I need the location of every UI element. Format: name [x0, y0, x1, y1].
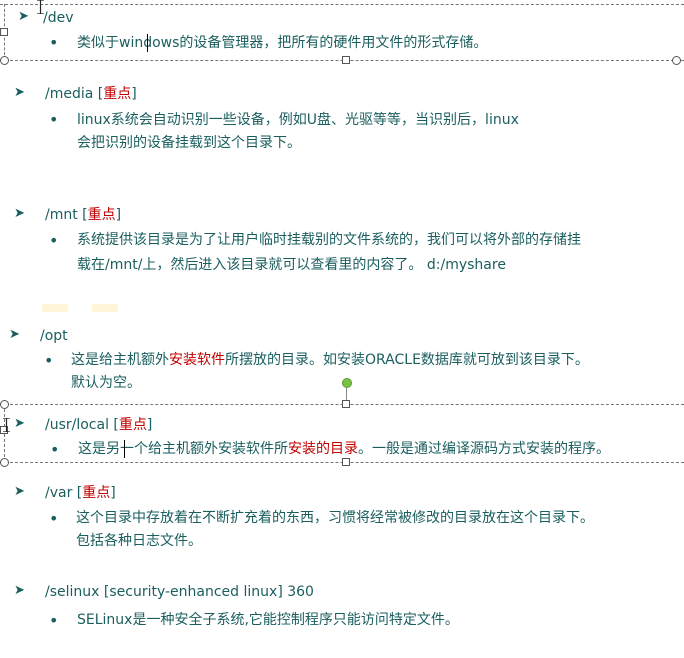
resize-handle-icon[interactable] [342, 56, 350, 64]
ibeam-cursor-icon [37, 0, 44, 14]
resize-handle-icon[interactable] [0, 458, 9, 467]
arrow-bullet-icon: ➤ [14, 85, 25, 100]
section-heading: /usr/local [重点] [45, 417, 153, 433]
arrow-bullet-icon: ➤ [9, 327, 20, 342]
arrow-bullet-icon: ➤ [14, 206, 25, 221]
round-bullet-icon: • [49, 110, 59, 129]
section-heading: /mnt [重点] [45, 207, 122, 223]
round-bullet-icon: • [49, 509, 59, 528]
text-cursor [124, 440, 125, 458]
round-bullet-icon: • [49, 33, 59, 52]
item-text: SELinux是一种安全子系统,它能控制程序只能访问特定文件。 [77, 612, 459, 628]
arrow-bullet-icon: ➤ [18, 9, 29, 24]
item-text: 默认为空。 [71, 375, 141, 391]
resize-handle-icon[interactable] [342, 400, 350, 408]
round-bullet-icon: • [50, 440, 60, 459]
resize-handle-icon[interactable] [672, 56, 681, 65]
round-bullet-icon: • [49, 611, 59, 630]
rotate-handle-icon[interactable] [342, 378, 352, 388]
resize-handle-icon[interactable] [0, 28, 8, 36]
item-text: 系统提供该目录是为了让用户临时挂载别的文件系统的，我们可以将外部的存储挂 [77, 232, 581, 248]
arrow-bullet-icon: ➤ [14, 484, 25, 499]
arrow-bullet-icon: ➤ [14, 583, 25, 598]
item-text: 这个目录中存放着在不断扩充着的东西，习惯将经常被修改的目录放在这个目录下。 [76, 510, 594, 526]
section-heading: /selinux [security-enhanced linux] 360 [45, 584, 314, 600]
resize-handle-icon[interactable] [0, 400, 9, 409]
highlight-mark [92, 304, 118, 312]
section-heading: /opt [40, 328, 68, 344]
arrow-bullet-icon: ➤ [14, 416, 25, 431]
item-text: 类似于windows的设备管理器，把所有的硬件用文件的形式存储。 [77, 35, 488, 51]
round-bullet-icon: • [49, 231, 59, 250]
highlight-mark [42, 304, 68, 312]
resize-handle-icon[interactable] [0, 56, 9, 65]
round-bullet-icon: • [44, 351, 54, 370]
item-text: 会把识别的设备挂载到这个目录下。 [77, 135, 301, 151]
item-text: 这是另一个给主机额外安装软件所安装的目录。一般是通过编译源码方式安装的程序。 [78, 441, 610, 457]
text-cursor [147, 34, 148, 52]
section-heading: /media [重点] [45, 86, 137, 102]
item-text: 包括各种日志文件。 [76, 533, 202, 549]
ibeam-cursor-icon [3, 418, 10, 432]
section-heading: /dev [43, 8, 74, 28]
section-heading: /var [重点] [45, 485, 116, 501]
item-text: linux系统会自动识别一些设备，例如U盘、光驱等等，当识别后，linux [77, 112, 519, 128]
item-text: 载在/mnt/上，然后进入该目录就可以查看里的内容了。 d:/myshare [77, 257, 506, 273]
heading-text: /dev [43, 10, 74, 26]
item-text: 这是给主机额外安装软件所摆放的目录。如安装ORACLE数据库就可放到该目录下。 [71, 352, 589, 368]
